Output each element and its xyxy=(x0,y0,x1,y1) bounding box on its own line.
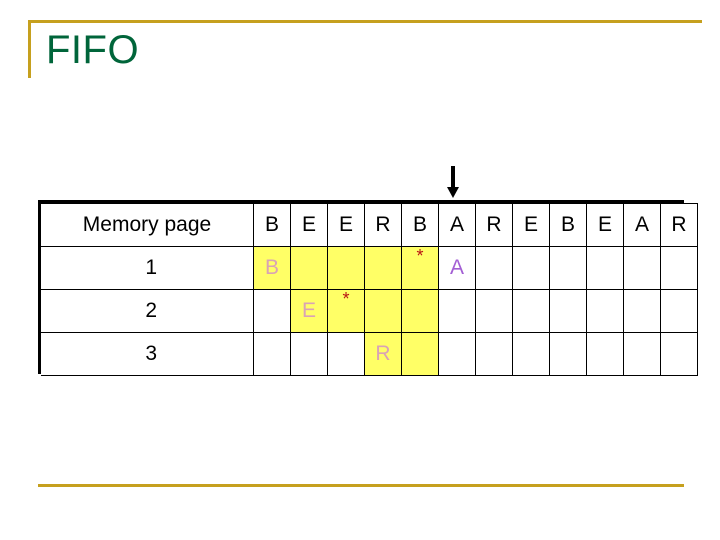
reference-string-cell-9: E xyxy=(586,203,624,247)
down-arrow-icon xyxy=(445,166,461,200)
memory-page-table: Memory page B E E R B A R E B E A R 1 B * A 2 E * 3 R xyxy=(41,203,698,376)
frame-2-step-8 xyxy=(549,289,587,333)
frame-1-step-11 xyxy=(660,246,698,290)
reference-string-cell-2: E xyxy=(327,203,365,247)
frame-1-step-9 xyxy=(586,246,624,290)
reference-string-cell-0: B xyxy=(253,203,291,247)
frame-3-step-5 xyxy=(438,332,476,376)
resident-page-letter: R xyxy=(375,342,391,365)
frame-2-step-11 xyxy=(660,289,698,333)
incoming-page-letter: A xyxy=(449,256,464,279)
frame-3-step-3: R xyxy=(364,332,402,376)
frame-2-step-9 xyxy=(586,289,624,333)
frame-2-step-2: * xyxy=(327,289,365,333)
frame-3-step-4 xyxy=(401,332,439,376)
frame-3-step-1 xyxy=(290,332,328,376)
page-fault-marker: * xyxy=(416,246,424,266)
frame-3-step-7 xyxy=(512,332,550,376)
frame-1-step-2 xyxy=(327,246,365,290)
page-fault-marker: * xyxy=(342,289,350,309)
reference-string-cell-4: B xyxy=(401,203,439,247)
frame-1-step-7 xyxy=(512,246,550,290)
frame-1-step-4: * xyxy=(401,246,439,290)
reference-string-cell-10: A xyxy=(623,203,661,247)
frame-2-step-1: E xyxy=(290,289,328,333)
frame-2-step-0 xyxy=(253,289,291,333)
slide-left-rule xyxy=(28,20,31,78)
frame-1-step-8 xyxy=(549,246,587,290)
frame-label-3: 3 xyxy=(41,332,254,376)
reference-string-cell-6: R xyxy=(475,203,513,247)
frame-1-step-0: B xyxy=(253,246,291,290)
frame-2-step-7 xyxy=(512,289,550,333)
frame-2-step-6 xyxy=(475,289,513,333)
frame-1-step-10 xyxy=(623,246,661,290)
frame-1-step-3 xyxy=(364,246,402,290)
table-row: 1 B * A xyxy=(41,246,698,290)
frame-3-step-8 xyxy=(549,332,587,376)
frame-3-step-10 xyxy=(623,332,661,376)
frame-2-step-3 xyxy=(364,289,402,333)
down-arrow-head xyxy=(447,187,459,198)
frame-2-step-5 xyxy=(438,289,476,333)
resident-page-letter: E xyxy=(301,299,316,322)
table-header-row: Memory page B E E R B A R E B E A R xyxy=(41,203,698,247)
reference-string-cell-8: B xyxy=(549,203,587,247)
frame-3-step-0 xyxy=(253,332,291,376)
frame-2-step-10 xyxy=(623,289,661,333)
frame-3-step-11 xyxy=(660,332,698,376)
reference-string-cell-7: E xyxy=(512,203,550,247)
frame-3-step-9 xyxy=(586,332,624,376)
down-arrow-shaft xyxy=(451,166,455,188)
slide-bottom-rule xyxy=(38,484,684,487)
frame-2-step-4 xyxy=(401,289,439,333)
reference-string-cell-11: R xyxy=(660,203,698,247)
fifo-table: Memory page B E E R B A R E B E A R 1 B * A 2 E * 3 R xyxy=(38,200,698,376)
frame-3-step-6 xyxy=(475,332,513,376)
reference-string-cell-5: A xyxy=(438,203,476,247)
resident-page-letter: B xyxy=(264,256,279,279)
page-title: FIFO xyxy=(46,28,140,72)
frame-label-1: 1 xyxy=(41,246,254,290)
table-row: 2 E * xyxy=(41,289,698,333)
frame-1-step-1 xyxy=(290,246,328,290)
frame-1-step-5: A xyxy=(438,246,476,290)
frame-1-step-6 xyxy=(475,246,513,290)
frame-3-step-2 xyxy=(327,332,365,376)
memory-page-header: Memory page xyxy=(41,203,254,247)
reference-string-cell-3: R xyxy=(364,203,402,247)
slide-top-rule xyxy=(28,20,702,23)
table-row: 3R xyxy=(41,332,698,376)
frame-label-2: 2 xyxy=(41,289,254,333)
reference-string-cell-1: E xyxy=(290,203,328,247)
